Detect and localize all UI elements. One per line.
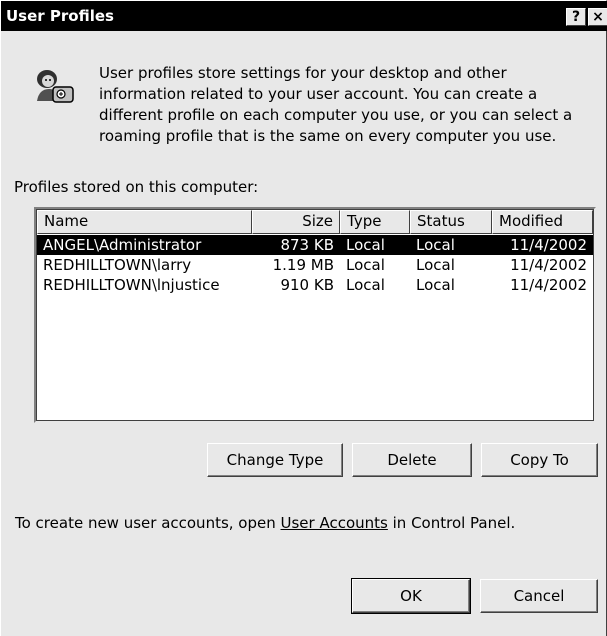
column-header-type[interactable]: Type [340,210,410,234]
cell-name: REDHILLTOWN\larry [43,256,192,274]
cell-modified: 11/4/2002 [510,256,587,274]
column-header-name[interactable]: Name [37,210,252,234]
column-header-status[interactable]: Status [410,210,492,234]
user-accounts-link[interactable]: User Accounts [281,514,388,532]
table-row[interactable]: REDHILLTOWN\lnjustice 910 KB Local Local… [37,275,593,295]
cell-status: Local [416,236,455,254]
user-profile-icon [33,67,75,105]
user-profiles-dialog: User Profiles ? × User profiles store se… [0,0,607,636]
cell-modified: 11/4/2002 [510,236,587,254]
table-row[interactable]: REDHILLTOWN\larry 1.19 MB Local Local 11… [37,255,593,275]
list-header: Name Size Type Status Modified [37,210,593,234]
cell-modified: 11/4/2002 [510,276,587,294]
table-row[interactable]: ANGEL\Administrator 873 KB Local Local 1… [37,235,593,255]
help-button[interactable]: ? [566,8,586,26]
column-header-size[interactable]: Size [252,210,340,234]
profiles-list[interactable]: Name Size Type Status Modified ANGEL\Adm… [34,207,596,423]
profiles-label: Profiles stored on this computer: [14,178,259,196]
cell-status: Local [416,256,455,274]
cell-type: Local [346,276,385,294]
title-bar: User Profiles ? × [1,1,607,31]
cell-size: 873 KB [280,236,334,254]
info-description: User profiles store settings for your de… [99,64,573,145]
cell-name: ANGEL\Administrator [43,236,202,254]
column-header-modified[interactable]: Modified [492,210,593,234]
copy-to-button[interactable]: Copy To [481,443,598,477]
cell-status: Local [416,276,455,294]
ok-button[interactable]: OK [351,578,471,614]
change-type-button[interactable]: Change Type [207,443,343,477]
close-button[interactable]: × [588,8,607,26]
list-body: ANGEL\Administrator 873 KB Local Local 1… [37,235,593,420]
footer-text-after: in Control Panel. [387,514,516,532]
cancel-button[interactable]: Cancel [480,579,598,613]
footer-text-before: To create new user accounts, open [15,514,281,532]
cell-type: Local [346,236,385,254]
cell-size: 1.19 MB [272,256,334,274]
footer-text: To create new user accounts, open User A… [15,514,515,532]
delete-button[interactable]: Delete [352,443,472,477]
cell-name: REDHILLTOWN\lnjustice [43,276,220,294]
cell-type: Local [346,256,385,274]
cell-size: 910 KB [280,276,334,294]
window-title: User Profiles [6,7,114,25]
